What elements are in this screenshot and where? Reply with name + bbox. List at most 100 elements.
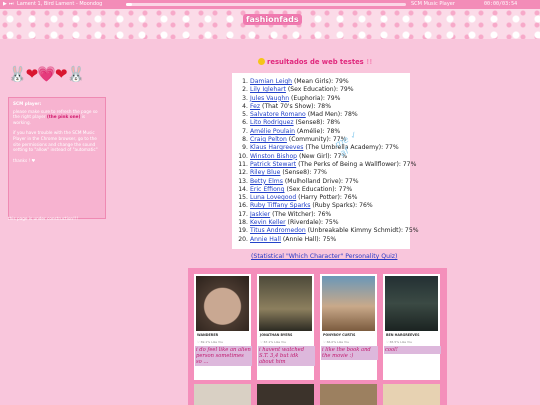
notice-chrome-text: if you have trouble with the SCM Music P…	[13, 130, 98, 153]
result-character-link[interactable]: Craig Pelton	[250, 136, 287, 143]
result-character-link[interactable]: Eric Effiong	[250, 186, 285, 193]
character-name: PONYBOY CURTIS	[323, 333, 356, 337]
character-card[interactable]: JONATHAN BYERS ♡ 67.1% Like You i havent w…	[257, 274, 315, 380]
result-detail: (The Witcher): 76%	[270, 210, 332, 218]
result-detail: (Harry Potter): 76%	[296, 194, 358, 202]
result-character-link[interactable]: Salvatore Romano	[250, 111, 306, 118]
result-detail: (Sense8): 78%	[293, 119, 341, 127]
result-detail: (The Perks of Being a Wallflower): 77%	[296, 160, 417, 168]
smiley-icon	[258, 58, 265, 65]
result-rank: 7.	[242, 127, 248, 135]
result-character-link[interactable]: Patrick Stewart	[250, 161, 296, 168]
result-item: 9. Klaus Hargreeves (The Umbrella Academy…	[238, 144, 406, 152]
result-detail: (Euphoria): 79%	[289, 94, 341, 102]
result-character-link[interactable]: Jules Vaughn	[250, 95, 289, 102]
page-title: resultados de web testes !!	[258, 58, 372, 66]
result-character-link[interactable]: Winston Bishop	[250, 153, 297, 160]
quiz-link[interactable]: (Statistical "Which Character" Personali…	[251, 253, 397, 260]
result-character-link[interactable]: Betty Elms	[250, 178, 283, 185]
result-character-link[interactable]: Luna Lovegood	[250, 194, 296, 201]
result-rank: 14.	[238, 185, 248, 193]
page-title-text: resultados de web testes	[267, 58, 364, 66]
progress-bar[interactable]	[126, 3, 406, 6]
handwritten-note: i havent watched S.T. 3,4 but idk about …	[258, 346, 315, 366]
result-detail: (Annie Hall): 75%	[280, 235, 337, 243]
result-character-link[interactable]: Lily Iglehart	[250, 86, 286, 93]
notice-link: (the pink one)	[46, 114, 81, 120]
result-rank: 2.	[242, 86, 248, 94]
character-name: WANDERER	[197, 333, 219, 337]
result-character-link[interactable]: Titus Andromedon	[250, 227, 306, 234]
match-percent: ♡ 67.1% Like You	[260, 340, 287, 344]
result-item: 15. Luna Lovegood (Harry Potter): 76%	[238, 194, 406, 202]
result-item: 16. Ruby Tiffany Sparks (Ruby Sparks): 76…	[238, 202, 406, 210]
character-card[interactable]: PONYBOY CURTIS ♡ 66.0% Like You i like the…	[320, 274, 378, 380]
result-item: 7. Amélie Poulain (Amélie): 78%	[238, 128, 406, 136]
match-percent: ♡ 65.5% Like You	[386, 340, 413, 344]
next-icon[interactable]: ⏭	[9, 0, 14, 9]
result-rank: 19.	[238, 227, 248, 235]
result-detail: (Unbreakable Kimmy Schmidt): 75%	[305, 227, 419, 235]
character-photo	[322, 276, 375, 331]
match-percent: ♡ 66.0% Like You	[323, 340, 350, 344]
player-time: 00:00/03:54	[484, 1, 518, 7]
track-title: Lament 1, Bird Lament - Moondog	[17, 1, 103, 7]
result-character-link[interactable]: Fez	[250, 103, 260, 110]
handwritten-note: i like the book and the movie :)	[321, 346, 378, 360]
character-photo	[196, 276, 249, 331]
character-photo	[259, 276, 312, 331]
result-detail: (That 70's Show): 78%	[260, 102, 331, 110]
character-card[interactable]: WANDERER ♡ 69.1% Like You i do feel like a…	[194, 274, 252, 380]
character-name: BEN HARGREEVES	[386, 333, 420, 337]
result-character-link[interactable]: Ruby Tiffany Sparks	[250, 202, 310, 209]
result-detail: (Amélie): 78%	[294, 127, 341, 135]
result-detail: (Sense8): 77%	[280, 169, 327, 177]
progress-fill	[126, 3, 132, 6]
handwritten-note: cool!	[384, 346, 441, 354]
result-character-link[interactable]: Damian Leigh	[250, 78, 292, 85]
result-rank: 8.	[242, 136, 248, 144]
result-rank: 5.	[242, 111, 248, 119]
result-detail: (Mad Men): 78%	[305, 111, 358, 119]
result-rank: 20.	[238, 235, 248, 243]
result-rank: 3.	[242, 94, 248, 102]
result-rank: 6.	[242, 119, 248, 127]
result-character-link[interactable]: Klaus Hargreeves	[250, 144, 303, 151]
title-suffix: !!	[366, 58, 373, 66]
result-rank: 1.	[242, 78, 248, 85]
result-item: 4. Fez (That 70's Show): 78%	[238, 103, 406, 111]
result-rank: 13.	[238, 177, 248, 185]
site-logo[interactable]: fashionfads	[243, 14, 302, 25]
character-name: JONATHAN BYERS	[260, 333, 293, 337]
result-item: 20. Annie Hall (Annie Hall): 75%	[238, 236, 406, 244]
character-photo	[385, 276, 438, 331]
character-card[interactable]: BEN HARGREEVES ♡ 65.5% Like You cool!	[383, 274, 441, 380]
character-panel: WANDERER ♡ 69.1% Like You i do feel like a…	[188, 268, 447, 405]
result-detail: (Ruby Sparks): 76%	[310, 202, 373, 210]
result-rank: 4.	[242, 102, 248, 110]
music-player-bar: ▶ ⏭ Lament 1, Bird Lament - Moondog SCM …	[0, 0, 540, 9]
result-detail: (Mulholland Drive): 77%	[282, 177, 359, 185]
notice-sign: thanks ! ♥	[13, 157, 36, 163]
result-rank: 11.	[238, 160, 248, 168]
notice-text: please make sure to refresh the page so …	[13, 109, 101, 126]
next-row-photo	[257, 384, 314, 405]
match-percent: ♡ 69.1% Like You	[197, 340, 224, 344]
notice-title: SCM player:	[13, 101, 42, 106]
result-item: 11. Patrick Stewart (The Perks of Being a…	[238, 160, 416, 169]
result-item: 2. Lily Iglehart (Sex Education): 79%	[238, 86, 406, 94]
result-detail: (Sex Education): 77%	[284, 185, 353, 193]
result-character-link[interactable]: Lito Rodriguez	[250, 119, 294, 126]
result-rank: 15.	[238, 194, 248, 202]
next-row-photo	[194, 384, 251, 405]
result-character-link[interactable]: Jaskier	[250, 211, 270, 218]
page-header: fashionfads	[0, 9, 540, 39]
result-character-link[interactable]: Kevin Keller	[250, 219, 286, 226]
result-character-link[interactable]: Amélie Poulain	[250, 128, 295, 135]
result-character-link[interactable]: Riley Blue	[250, 169, 280, 176]
sidebar-decoration: 🐰❤💗❤🐰	[8, 65, 85, 83]
next-row-photo	[320, 384, 377, 405]
result-character-link[interactable]: Annie Hall	[250, 236, 281, 243]
play-icon[interactable]: ▶	[3, 0, 7, 9]
result-rank: 16.	[238, 202, 248, 210]
